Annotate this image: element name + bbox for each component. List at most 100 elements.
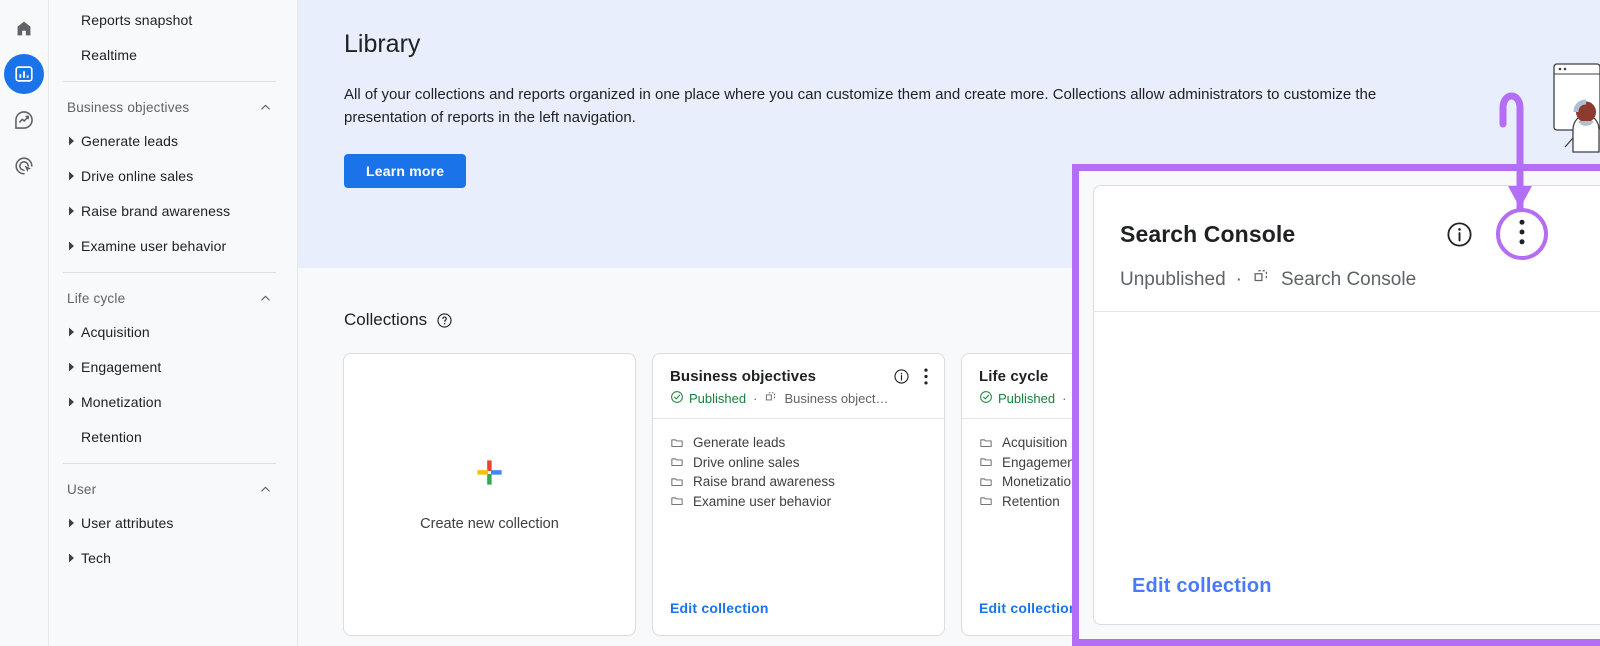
caret-right-icon: [63, 171, 81, 181]
sidebar-item-generate-leads[interactable]: Generate leads: [49, 123, 297, 158]
list-item[interactable]: Raise brand awareness: [670, 472, 928, 492]
list-item[interactable]: Generate leads: [670, 433, 928, 453]
folder-icon: [979, 494, 993, 508]
card-meta: Published · Business object…: [670, 390, 928, 407]
sidebar-divider: [63, 81, 276, 82]
sidebar-group-life-cycle[interactable]: Life cycle: [49, 282, 297, 314]
sidebar-item-label: Retention: [81, 428, 142, 445]
card-footer: Edit collection: [1094, 575, 1600, 624]
caret-right-icon: [63, 553, 81, 563]
kebab-menu-icon[interactable]: [924, 368, 928, 385]
sidebar-group-label: Business objectives: [67, 99, 190, 115]
list-item-label: Examine user behavior: [693, 493, 832, 509]
status-label: Unpublished: [1120, 268, 1226, 290]
list-item[interactable]: Examine user behavior: [670, 492, 928, 512]
sidebar-item-monetization[interactable]: Monetization: [49, 384, 297, 419]
list-item-label: Monetization: [1002, 474, 1079, 490]
create-new-collection-card[interactable]: Create new collection: [343, 353, 636, 636]
sidebar-item-engagement[interactable]: Engagement: [49, 349, 297, 384]
folder-icon: [670, 494, 684, 508]
home-icon: [13, 17, 35, 39]
collections-heading: Collections: [344, 310, 428, 329]
advertising-target-cursor-icon: [13, 155, 35, 177]
card-title: Life cycle: [979, 368, 1049, 385]
learn-more-button[interactable]: Learn more: [344, 154, 467, 188]
caret-right-icon: [63, 136, 81, 146]
card-title: Search Console: [1120, 220, 1296, 247]
page-title: Library: [344, 30, 421, 58]
sidebar-item-label: Generate leads: [81, 132, 179, 149]
sidebar-group-user[interactable]: User: [49, 473, 297, 505]
icon-rail: [0, 0, 49, 646]
caret-right-icon: [63, 206, 81, 216]
check-circle-icon: [979, 390, 993, 407]
sidebar-item-realtime[interactable]: Realtime: [49, 37, 297, 72]
card-title: Business objectives: [670, 368, 817, 385]
list-item-label: Acquisition: [1002, 435, 1068, 451]
folder-icon: [979, 455, 993, 469]
card-source: Business object…: [764, 390, 889, 407]
chevron-up-icon: [258, 291, 273, 306]
app-root: Reports snapshot Realtime Business objec…: [0, 0, 1600, 646]
topics-copy-icon: [764, 390, 778, 407]
meta-separator: ·: [753, 391, 758, 406]
rail-item-explore[interactable]: [4, 100, 44, 140]
status-badge: Published: [670, 390, 746, 407]
sidebar-item-user-attributes[interactable]: User attributes: [49, 505, 297, 540]
edit-collection-link[interactable]: Edit collection: [979, 600, 1078, 616]
explore-trend-icon: [13, 109, 35, 131]
collection-card-business-objectives[interactable]: Business objectives Published · Business…: [652, 353, 945, 636]
edit-collection-link[interactable]: Edit collection: [670, 600, 769, 616]
card-source-label: Business object…: [784, 391, 889, 406]
kebab-menu-icon: [1519, 219, 1525, 250]
help-circle-icon[interactable]: [436, 312, 453, 329]
info-icon[interactable]: [893, 368, 910, 385]
sidebar-item-label: User attributes: [81, 514, 174, 531]
plus-icon: [474, 457, 505, 493]
topics-copy-icon: [1252, 267, 1271, 292]
sidebar-divider: [63, 272, 276, 273]
chevron-up-icon: [258, 100, 273, 115]
edit-collection-link[interactable]: Edit collection: [1132, 575, 1272, 597]
folder-icon: [670, 455, 684, 469]
caret-right-icon: [63, 362, 81, 372]
sidebar-item-reports-snapshot[interactable]: Reports snapshot: [49, 2, 297, 37]
collection-card-search-console[interactable]: Search Console Unpublished · Search Cons…: [1093, 185, 1600, 625]
chevron-up-icon: [258, 482, 273, 497]
list-item-label: Retention: [1002, 493, 1060, 509]
sidebar-item-raise-brand-awareness[interactable]: Raise brand awareness: [49, 193, 297, 228]
sidebar-item-tech[interactable]: Tech: [49, 540, 297, 575]
folder-icon: [979, 475, 993, 489]
sidebar-item-label: Monetization: [81, 393, 162, 410]
sidebar-item-acquisition[interactable]: Acquisition: [49, 314, 297, 349]
list-item-label: Generate leads: [693, 435, 786, 451]
sidebar-item-retention[interactable]: Retention: [49, 419, 297, 454]
sidebar-group-label: User: [67, 481, 97, 497]
sidebar-item-label: Reports snapshot: [81, 11, 193, 28]
sidebar-group-business-objectives[interactable]: Business objectives: [49, 91, 297, 123]
list-item[interactable]: Drive online sales: [670, 453, 928, 473]
folder-icon: [979, 436, 993, 450]
sidebar-item-drive-online-sales[interactable]: Drive online sales: [49, 158, 297, 193]
list-item-label: Engagement: [1002, 454, 1079, 470]
info-icon[interactable]: [1445, 220, 1474, 249]
card-header: Business objectives Published · Business…: [653, 354, 944, 419]
rail-item-reports[interactable]: [4, 54, 44, 94]
caret-right-icon: [63, 518, 81, 528]
rail-item-advertising[interactable]: [4, 146, 44, 186]
card-source-label: Search Console: [1280, 268, 1417, 290]
create-new-collection-label: Create new collection: [420, 516, 559, 532]
sidebar-item-label: Engagement: [81, 358, 162, 375]
card-body: [1094, 312, 1600, 575]
status-badge: Published: [979, 390, 1055, 407]
sidebar-item-label: Raise brand awareness: [81, 202, 231, 219]
caret-right-icon: [63, 241, 81, 251]
rail-item-home[interactable]: [4, 8, 44, 48]
card-body: Generate leads Drive online sales Raise …: [653, 419, 944, 600]
sidebar-item-examine-user-behavior[interactable]: Examine user behavior: [49, 228, 297, 263]
sidebar-divider: [63, 463, 276, 464]
sidebar-item-label: Drive online sales: [81, 167, 194, 184]
card-footer: Edit collection: [653, 600, 944, 635]
kebab-menu-button-highlighted[interactable]: [1496, 208, 1548, 260]
list-item-label: Raise brand awareness: [693, 474, 835, 490]
